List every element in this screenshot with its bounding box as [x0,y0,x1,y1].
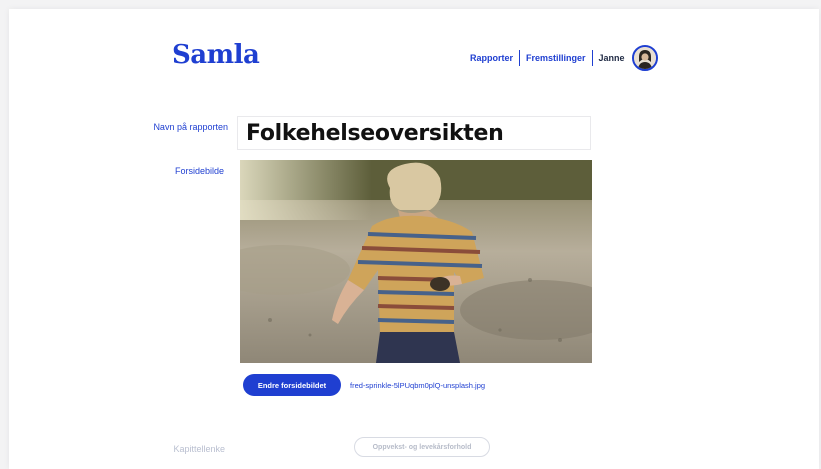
chapter-link-label: Kapittellenke [173,444,225,454]
cover-image[interactable] [240,160,592,363]
nav-fremstillinger[interactable]: Fremstillinger [526,53,586,63]
app-logo[interactable]: Samla [172,40,260,70]
chapter-link-chip[interactable]: Oppvekst- og levekårsforhold [354,437,490,457]
change-cover-button[interactable]: Endre forsidebildet [243,374,341,396]
user-avatar-icon[interactable] [631,45,658,71]
nav-divider [591,50,593,66]
report-name-input[interactable]: Folkehelseoversikten [237,116,591,150]
report-name-label: Navn på rapporten [153,122,228,132]
nav-user-name[interactable]: Janne [599,53,625,63]
top-nav: Rapporter Fremstillinger Janne [470,45,658,71]
cover-filename: fred-sprinkle-5lPUqbm0plQ-unsplash.jpg [350,381,486,390]
nav-divider [519,50,521,66]
nav-rapporter[interactable]: Rapporter [470,53,513,63]
cover-image-label: Forsidebilde [174,166,224,176]
